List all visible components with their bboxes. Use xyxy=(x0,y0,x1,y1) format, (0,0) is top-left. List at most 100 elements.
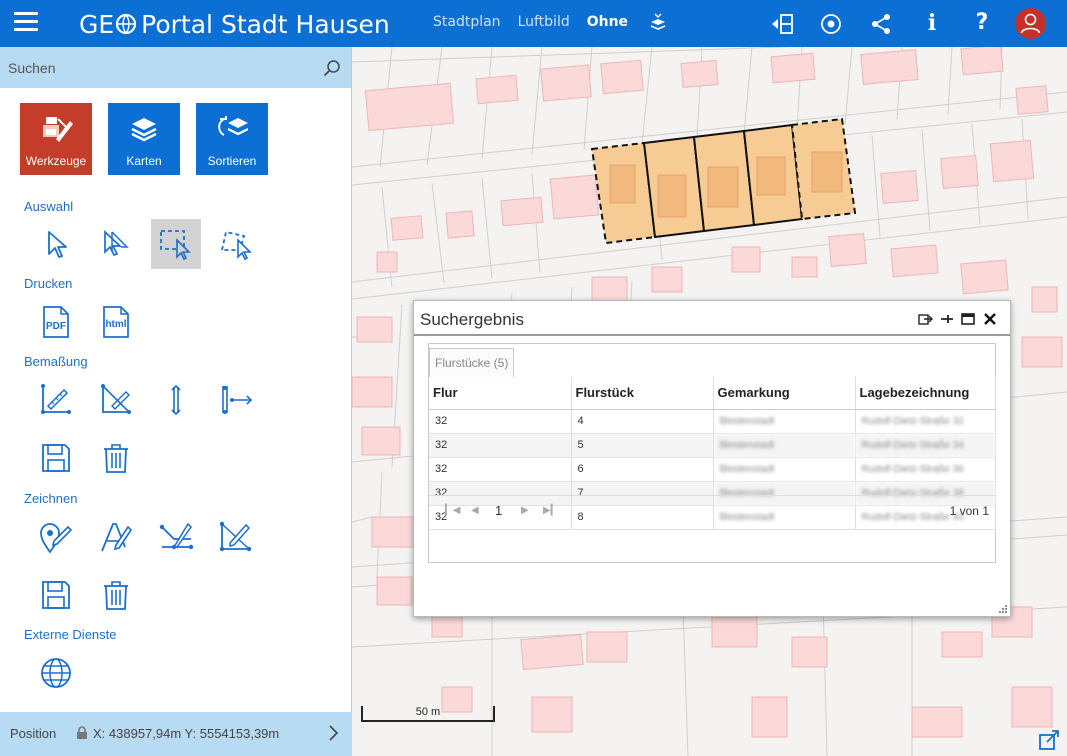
measure-save-tool[interactable] xyxy=(31,433,81,483)
measure-angle-icon xyxy=(101,384,131,414)
locate-icon[interactable] xyxy=(819,12,843,36)
sortieren-button[interactable]: Sortieren xyxy=(196,103,268,175)
pointer-icon xyxy=(48,231,67,258)
app-window: GE Portal Stadt Hausen Stadtplan Luftbil… xyxy=(0,0,1067,756)
draw-point-tool[interactable] xyxy=(31,512,81,562)
portal-logo[interactable]: GE Portal Stadt Hausen xyxy=(79,8,390,40)
section-externe-dienste: Externe Dienste xyxy=(24,627,117,642)
measure-angle-tool[interactable] xyxy=(91,375,141,425)
column-header-flurstueck[interactable]: Flurstück xyxy=(571,377,714,410)
multi-select-tool[interactable] xyxy=(91,219,141,269)
werkzeuge-button[interactable]: Werkzeuge xyxy=(20,103,92,175)
rectangle-select-icon xyxy=(160,230,191,261)
measure-delete-tool[interactable] xyxy=(91,433,141,483)
draw-line-icon xyxy=(159,522,194,550)
next-page-icon[interactable]: ▶ xyxy=(521,505,529,516)
globe-icon xyxy=(41,658,71,688)
top-header: GE Portal Stadt Hausen Stadtplan Luftbil… xyxy=(0,0,1067,47)
trash-icon xyxy=(104,444,128,473)
cell-flurstueck: 6 xyxy=(571,457,714,482)
expand-map-icon[interactable] xyxy=(1038,729,1060,751)
nav-stadtplan[interactable]: Stadtplan xyxy=(433,14,501,30)
print-html-tool[interactable]: html xyxy=(91,297,141,347)
measure-area-icon xyxy=(41,384,71,414)
prev-page-icon[interactable]: ◀ xyxy=(471,505,479,516)
rectangle-select-tool[interactable] xyxy=(151,219,201,269)
user-avatar-icon[interactable] xyxy=(1015,8,1046,39)
logo-text-ge: GE xyxy=(79,9,115,39)
draw-delete-tool[interactable] xyxy=(91,570,141,620)
dialog-title: Suchergebnis xyxy=(420,310,524,329)
draw-polygon-tool[interactable] xyxy=(211,512,261,562)
polygon-select-tool[interactable] xyxy=(211,219,261,269)
help-icon[interactable]: ? xyxy=(970,10,994,35)
maximize-icon[interactable] xyxy=(960,311,976,327)
layers-icon xyxy=(131,118,157,142)
table-row[interactable]: 32 6 Bleidenstadt Rudolf-Dietz-Straße 36 xyxy=(429,457,996,482)
position-statusbar: Position X: 438957,94m Y: 5554153,39m xyxy=(0,712,352,756)
hamburger-menu-icon[interactable] xyxy=(14,12,38,34)
pdf-label: PDF xyxy=(46,321,66,332)
share-icon[interactable] xyxy=(869,12,893,36)
last-page-icon[interactable]: ▶▎ xyxy=(543,505,558,516)
close-icon[interactable] xyxy=(982,311,998,327)
draw-text-tool[interactable] xyxy=(91,512,141,562)
cell-lagebezeichnung: Rudolf-Dietz-Straße 34 xyxy=(855,433,996,458)
cell-flurstueck: 4 xyxy=(571,409,714,434)
pin-icon[interactable] xyxy=(939,311,955,327)
position-label: Position xyxy=(10,726,57,741)
info-icon[interactable]: i xyxy=(920,10,944,36)
section-auswahl: Auswahl xyxy=(24,199,74,214)
chevron-right-icon[interactable] xyxy=(327,724,339,742)
cell-flur: 32 xyxy=(429,433,572,458)
first-page-icon[interactable]: ▎◀ xyxy=(445,505,460,516)
save-icon xyxy=(42,581,70,609)
table-row[interactable]: 32 5 Bleidenstadt Rudolf-Dietz-Straße 34 xyxy=(429,433,996,458)
print-pdf-tool[interactable]: PDF xyxy=(31,297,81,347)
measure-vertical-icon xyxy=(171,384,181,416)
dialog-divider xyxy=(414,334,1010,336)
draw-save-tool[interactable] xyxy=(31,570,81,620)
tool-sidebar: Werkzeuge Karten Sortieren Auswahl Druck… xyxy=(0,47,352,712)
measure-vertical-tool[interactable] xyxy=(151,375,201,425)
position-coordinates: X: 438957,94m Y: 5554153,39m xyxy=(93,726,280,741)
nav-luftbild[interactable]: Luftbild xyxy=(518,14,570,30)
layers-icon[interactable] xyxy=(650,13,666,31)
current-page[interactable]: 1 xyxy=(495,503,502,518)
search-bar xyxy=(0,47,351,88)
grid-header-row: Flur Flurstück Gemarkung Lagebezeichnung xyxy=(429,377,996,410)
resize-grip-icon[interactable] xyxy=(998,604,1008,614)
cell-gemarkung: Bleidenstadt xyxy=(713,457,856,482)
cell-flur: 32 xyxy=(429,409,572,434)
search-icon[interactable] xyxy=(323,59,341,77)
tab-flurstuecke[interactable]: Flurstücke (5) xyxy=(429,348,515,378)
user-icon xyxy=(1020,13,1041,34)
measure-horizontal-icon xyxy=(222,386,253,414)
karten-button[interactable]: Karten xyxy=(108,103,180,175)
globe-icon xyxy=(116,13,137,35)
draw-text-icon xyxy=(101,523,133,552)
measure-horizontal-tool[interactable] xyxy=(211,375,261,425)
search-input[interactable] xyxy=(8,57,308,79)
table-row[interactable]: 32 4 Bleidenstadt Rudolf-Dietz-Straße 32 xyxy=(429,409,996,434)
scale-bar: 50 m xyxy=(361,706,495,722)
export-icon[interactable] xyxy=(917,311,933,327)
section-bemassung: Bemaßung xyxy=(24,354,88,369)
select-pointer-tool[interactable] xyxy=(31,219,81,269)
cell-lagebezeichnung: Rudolf-Dietz-Straße 36 xyxy=(855,457,996,482)
polygon-select-icon xyxy=(220,230,252,261)
column-header-flur[interactable]: Flur xyxy=(429,377,572,410)
sortieren-label: Sortieren xyxy=(207,154,257,168)
html-label: html xyxy=(105,319,126,330)
column-header-lagebezeichnung[interactable]: Lagebezeichnung xyxy=(855,377,996,410)
lock-icon[interactable] xyxy=(76,726,88,740)
cell-gemarkung: Bleidenstadt xyxy=(713,409,856,434)
sidebar-toggle-icon[interactable] xyxy=(770,12,794,36)
external-services-tool[interactable] xyxy=(31,648,81,698)
column-header-gemarkung[interactable]: Gemarkung xyxy=(713,377,856,410)
nav-ohne[interactable]: Ohne xyxy=(587,14,628,30)
section-drucken: Drucken xyxy=(24,276,73,291)
measure-area-tool[interactable] xyxy=(31,375,81,425)
draw-line-tool[interactable] xyxy=(151,512,201,562)
draw-point-icon xyxy=(40,523,73,554)
